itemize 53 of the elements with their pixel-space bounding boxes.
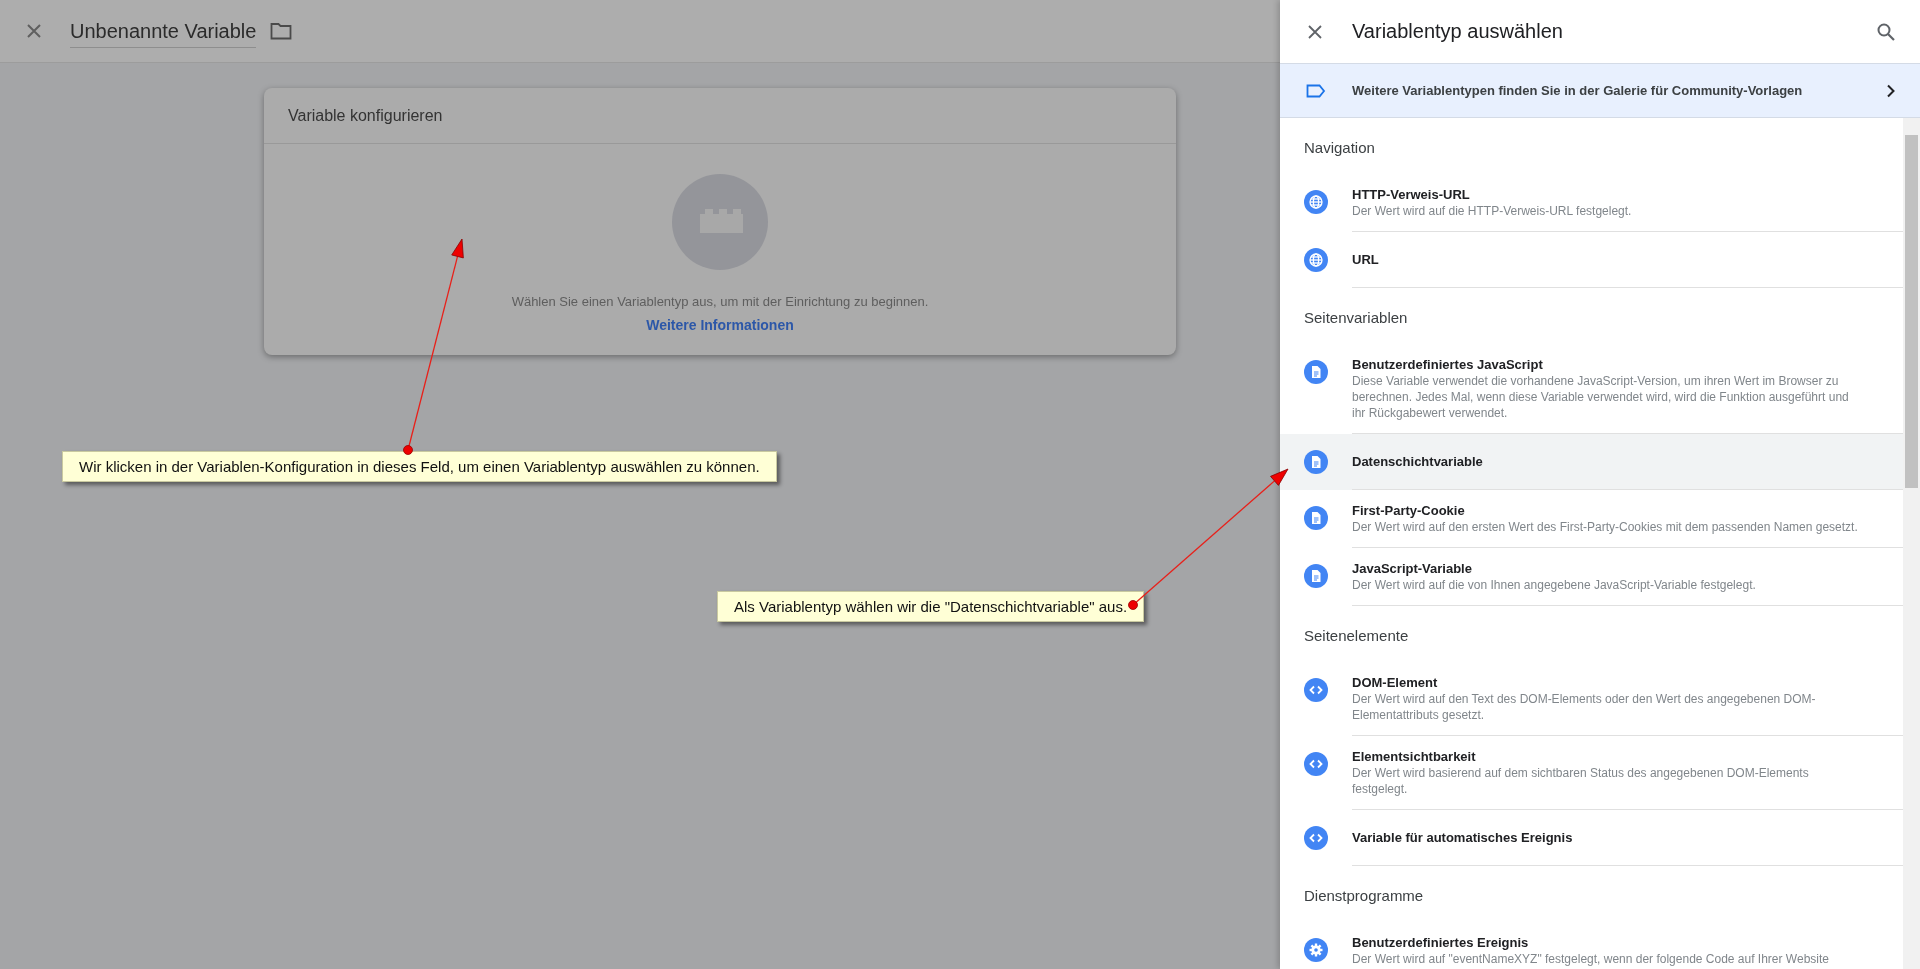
variable-type-item[interactable]: URL: [1280, 232, 1903, 288]
variable-type-name: JavaScript-Variable: [1352, 560, 1473, 577]
section-heading: Navigation: [1303, 138, 1376, 158]
variable-type-item[interactable]: DOM-Element Der Wert wird auf den Text des DOM-Elements oder den Wert des angegebenen DOM-Elementattributs gesetzt.: [1280, 662, 1903, 736]
section-heading: Seitenelemente: [1303, 626, 1410, 646]
variable-type-name: HTTP-Verweis-URL: [1352, 186, 1471, 203]
variable-type-item[interactable]: Benutzerdefiniertes Ereignis Der Wert wird auf "eventNameXYZ" festgelegt, wenn der folgende Code auf Ihrer Website: [1280, 922, 1903, 969]
document-icon: [1304, 506, 1328, 530]
variable-type-description: Der Wert wird auf "eventNameXYZ" festgelegt, wenn der folgende Code auf Ihrer Website: [1352, 951, 1830, 967]
document-icon: [1304, 564, 1328, 588]
scrollbar[interactable]: [1903, 118, 1920, 969]
variable-type-description: Der Wert wird auf die HTTP-Verweis-URL festgelegt.: [1352, 203, 1633, 219]
search-button[interactable]: [1876, 21, 1896, 42]
code-icon: [1304, 752, 1328, 776]
variable-type-name: Datenschichtvariable: [1352, 453, 1484, 470]
gear-icon: [1304, 938, 1328, 962]
variable-type-name: Benutzerdefiniertes JavaScript: [1352, 356, 1544, 373]
variable-type-item[interactable]: Datenschichtvariable: [1280, 434, 1903, 490]
annotation-callout: Als Variablentyp wählen wir die "Datenschichtvariable" aus.: [717, 591, 1145, 622]
variable-type-item[interactable]: Variable für automatisches Ereignis: [1280, 810, 1903, 866]
code-icon: [1304, 826, 1328, 850]
globe-icon: [1304, 248, 1328, 272]
variable-type-description: Der Wert wird auf die von Ihnen angegebene JavaScript-Variable festgelegt.: [1352, 577, 1757, 593]
variable-type-name: Variable für automatisches Ereignis: [1352, 829, 1574, 846]
label-icon: [1306, 83, 1326, 98]
document-icon: [1304, 450, 1328, 474]
variable-type-name: Elementsichtbarkeit: [1352, 748, 1477, 765]
variable-type-description: Der Wert wird basierend auf dem sichtbaren Status des angegebenen DOM-Elements festgelegt.: [1352, 765, 1810, 797]
variable-type-description: Diese Variable verwendet die vorhandene JavaScript-Version, um ihren Wert im Browser zu berechnen. Jedes Mal, wenn diese Variable verwendet wird, wird die Funktion ausgeführt und ihr Rückgabewert verwendet.: [1352, 373, 1850, 421]
variable-type-item[interactable]: HTTP-Verweis-URL Der Wert wird auf die HTTP-Verweis-URL festgelegt.: [1280, 174, 1903, 232]
variable-type-name: DOM-Element: [1352, 674, 1439, 691]
empty-state-message: Wählen Sie einen Variablentyp aus, um mit der Einrichtung zu beginnen.: [511, 294, 929, 309]
folder-icon[interactable]: [270, 22, 293, 40]
variable-name-field[interactable]: Unbenannte Variable: [70, 20, 257, 48]
panel-title: Variablentyp auswählen: [1352, 20, 1564, 43]
chevron-right-icon: [1886, 83, 1896, 98]
variable-type-name: Benutzerdefiniertes Ereignis: [1352, 934, 1530, 951]
document-icon: [1304, 360, 1328, 384]
globe-icon: [1304, 190, 1328, 214]
variable-type-name: First-Party-Cookie: [1352, 502, 1466, 519]
community-gallery-banner[interactable]: Weitere Variablentypen finden Sie in der Galerie für Community-Vorlagen: [1280, 63, 1920, 118]
variable-type-description: Der Wert wird auf den Text des DOM-Elements oder den Wert des angegebenen DOM-Elementattributs gesetzt.: [1352, 691, 1817, 723]
section-heading: Seitenvariablen: [1303, 308, 1409, 328]
variable-type-item[interactable]: First-Party-Cookie Der Wert wird auf den ersten Wert des First-Party-Cookies mit dem passenden Namen gesetzt.: [1280, 490, 1903, 548]
variable-type-item[interactable]: Elementsichtbarkeit Der Wert wird basierend auf dem sichtbaren Status des angegebenen DOM-Elements festgelegt.: [1280, 736, 1903, 810]
variable-type-description: Der Wert wird auf den ersten Wert des First-Party-Cookies mit dem passenden Namen gesetzt.: [1352, 519, 1859, 535]
variable-type-item[interactable]: JavaScript-Variable Der Wert wird auf die von Ihnen angegebene JavaScript-Variable festgelegt.: [1280, 548, 1903, 606]
variable-type-name: URL: [1352, 251, 1380, 268]
code-icon: [1304, 678, 1328, 702]
annotation-callout: Wir klicken in der Variablen-Konfiguration in dieses Feld, um einen Variablentyp auswählen zu können.: [62, 451, 777, 482]
card-header[interactable]: Variable konfigurieren: [264, 88, 1176, 144]
close-button[interactable]: [1306, 22, 1324, 41]
section-heading: Dienstprogramme: [1303, 886, 1425, 906]
